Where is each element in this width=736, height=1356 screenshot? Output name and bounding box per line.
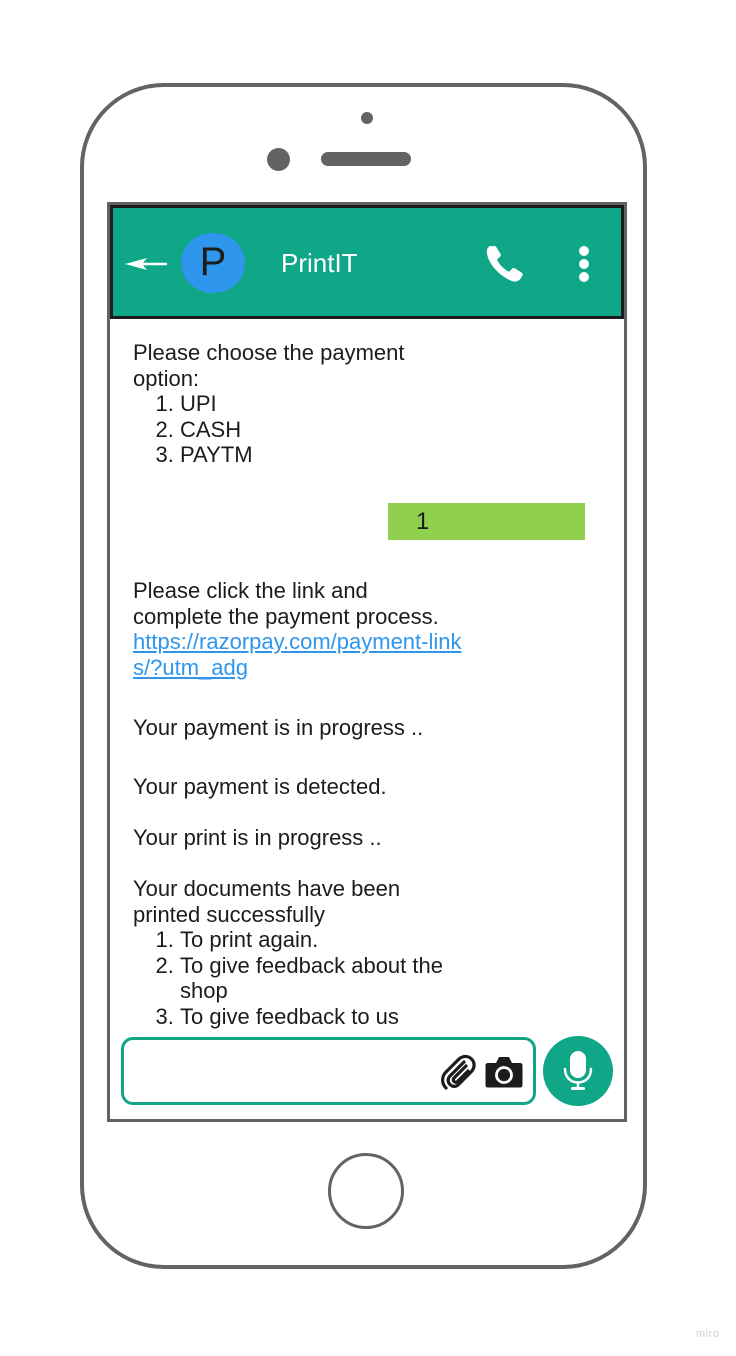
message-text: Please choose the payment option: — [133, 340, 405, 391]
more-vertical-icon — [579, 246, 589, 282]
message-text: Your documents have been printed success… — [133, 876, 401, 927]
message-text: Your print is in progress .. — [133, 825, 382, 850]
list-item: UPI — [180, 391, 473, 417]
message-payment-link: Please click the link and complete the p… — [133, 578, 463, 680]
attach-button[interactable] — [440, 1053, 476, 1091]
back-button[interactable] — [123, 250, 169, 278]
message-list: Please choose the payment option: UPI CA… — [110, 319, 624, 1029]
camera-icon — [485, 1057, 523, 1088]
front-camera — [267, 148, 290, 171]
list-item: PAYTM — [180, 442, 473, 468]
home-button[interactable] — [328, 1153, 404, 1229]
message-print-progress: Your print is in progress .. — [133, 825, 473, 851]
watermark: miro — [696, 1328, 720, 1340]
message-print-complete: Your documents have been printed success… — [133, 876, 473, 1029]
message-payment-options: Please choose the payment option: UPI CA… — [133, 340, 473, 468]
phone-icon — [486, 246, 523, 282]
message-payment-detected: Your payment is detected. — [133, 774, 473, 800]
message-text: Your payment is detected. — [133, 774, 387, 799]
microphone-icon — [563, 1051, 593, 1090]
list-item: To give feedback to us — [180, 1004, 473, 1030]
paperclip-icon — [441, 1054, 476, 1090]
avatar-letter: P — [199, 240, 227, 284]
option-list: To print again. To give feedback about t… — [133, 927, 473, 1029]
call-button[interactable] — [483, 242, 527, 286]
message-composer — [121, 1037, 536, 1105]
earpiece-speaker — [321, 152, 411, 166]
message-text: 1 — [416, 508, 430, 535]
option-list: UPI CASH PAYTM — [133, 391, 473, 468]
message-payment-progress: Your payment is in progress .. — [133, 715, 473, 741]
message-text: Your payment is in progress .. — [133, 715, 424, 740]
message-text: Please click the link and complete the p… — [133, 578, 439, 629]
list-item: CASH — [180, 417, 473, 443]
list-item: To give feedback about the shop — [180, 953, 473, 1004]
back-arrow-icon — [125, 258, 167, 270]
camera-button[interactable] — [484, 1054, 524, 1090]
more-options-button[interactable] — [571, 242, 597, 286]
chat-header: P PrintIT — [110, 205, 624, 319]
proximity-sensor — [361, 112, 373, 124]
contact-name[interactable]: PrintIT — [281, 246, 358, 280]
list-item: To print again. — [180, 927, 473, 953]
mockup-canvas: P PrintIT Please choose the payment opti… — [0, 0, 736, 1356]
mic-button[interactable] — [543, 1036, 613, 1106]
phone-screen: P PrintIT Please choose the payment opti… — [107, 202, 627, 1122]
payment-link[interactable]: https://razorpay.com/payment-links/?utm_… — [133, 629, 463, 680]
sent-message-bubble: 1 — [388, 503, 585, 540]
avatar[interactable]: P — [181, 233, 245, 293]
message-input[interactable] — [138, 1052, 432, 1092]
